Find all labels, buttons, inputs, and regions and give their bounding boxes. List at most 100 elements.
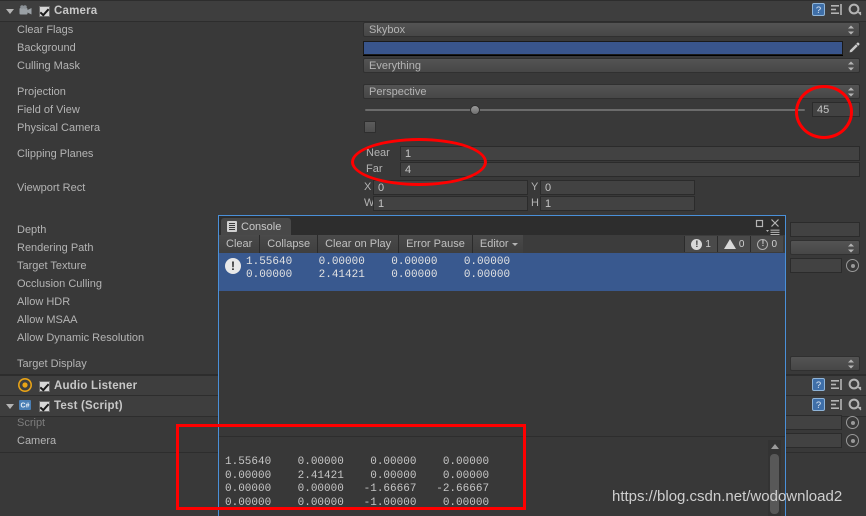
- camera-component-header[interactable]: Camera ?: [0, 0, 866, 22]
- label-culling-mask: Culling Mask: [17, 60, 80, 72]
- slider-track-field-of-view[interactable]: [365, 109, 805, 111]
- warning-icon: [723, 239, 736, 249]
- row-culling-mask: Culling Mask Everything: [0, 57, 866, 75]
- camera-header-icons: ?: [812, 3, 862, 19]
- console-counters: ! 1 0 ! 0: [684, 236, 783, 252]
- audio-listener-header-icons: ?: [812, 378, 862, 394]
- help-icon[interactable]: ?: [812, 3, 825, 19]
- label-clipping-planes: Clipping Planes: [17, 148, 94, 160]
- input-field-of-view[interactable]: 45: [812, 102, 860, 117]
- input-viewport-h[interactable]: 1: [540, 196, 695, 211]
- label-viewport-x: X: [364, 181, 372, 193]
- object-picker-icon[interactable]: [846, 259, 859, 272]
- color-field-background[interactable]: [363, 41, 843, 55]
- label-script: Script: [17, 417, 46, 429]
- eyedropper-icon[interactable]: [847, 41, 861, 58]
- label-target-display: Target Display: [17, 358, 87, 370]
- checkbox-physical-camera[interactable]: [364, 121, 376, 133]
- chevron-updown-icon: [848, 24, 855, 35]
- console-toolbar: Clear Collapse Clear on Play Error Pause…: [219, 235, 785, 253]
- row-field-of-view: Field of View 45: [0, 101, 866, 119]
- clear-on-play-button[interactable]: Clear on Play: [318, 235, 400, 253]
- console-window: Console Clear Collapse Clear on Play Err…: [218, 215, 786, 516]
- label-clear-flags: Clear Flags: [17, 24, 74, 36]
- settings-gear-icon[interactable]: [848, 378, 862, 394]
- label-physical-camera: Physical Camera: [17, 122, 101, 134]
- settings-gear-icon[interactable]: [848, 3, 862, 19]
- preset-icon[interactable]: [830, 398, 843, 414]
- error-count: 1: [705, 238, 711, 250]
- editor-dropdown-button[interactable]: Editor: [472, 235, 523, 253]
- camera-foldout-arrow[interactable]: [3, 4, 17, 18]
- label-background: Background: [17, 42, 76, 54]
- info-icon: !: [757, 238, 769, 250]
- dropdown-culling-mask[interactable]: Everything: [363, 58, 860, 73]
- audio-listener-title: Audio Listener: [54, 380, 138, 392]
- input-viewport-y-value: 0: [545, 181, 552, 194]
- error-counter[interactable]: ! 1: [684, 236, 717, 252]
- input-depth[interactable]: [790, 222, 860, 237]
- input-viewport-w[interactable]: 1: [373, 196, 528, 211]
- dropdown-rendering-path[interactable]: [790, 240, 860, 255]
- dropdown-target-display[interactable]: [790, 356, 860, 371]
- label-near: Near: [366, 147, 390, 159]
- input-viewport-x-value: 0: [378, 181, 385, 194]
- input-viewport-y[interactable]: 0: [540, 180, 695, 195]
- preset-icon[interactable]: [830, 3, 843, 19]
- svg-text:C#: C#: [21, 403, 30, 410]
- info-counter[interactable]: ! 0: [750, 236, 783, 252]
- input-clipping-near-value: 1: [405, 147, 412, 160]
- error-pause-button[interactable]: Error Pause: [399, 235, 473, 253]
- input-clipping-near[interactable]: 1: [400, 146, 860, 161]
- console-log-list[interactable]: ! 1.55640 0.00000 0.00000 0.00000 0.0000…: [219, 253, 785, 436]
- help-icon[interactable]: ?: [812, 398, 825, 414]
- settings-gear-icon[interactable]: [848, 398, 862, 414]
- input-clipping-far[interactable]: 4: [400, 162, 860, 177]
- test-script-enabled-checkbox[interactable]: [39, 400, 50, 412]
- object-picker-icon[interactable]: [846, 416, 859, 429]
- label-rendering-path: Rendering Path: [17, 242, 94, 254]
- scrollbar-thumb[interactable]: [770, 454, 779, 514]
- log-entry-line2: 0.00000 2.41421 0.00000 0.00000: [246, 269, 511, 281]
- label-script-camera: Camera: [17, 435, 57, 447]
- dropdown-projection[interactable]: Perspective: [363, 84, 860, 99]
- row-clipping-far: Far 4: [0, 161, 866, 179]
- chevron-updown-icon: [848, 242, 855, 253]
- dropdown-clear-flags[interactable]: Skybox: [363, 22, 860, 37]
- camera-enabled-checkbox[interactable]: [39, 5, 50, 17]
- collapse-button[interactable]: Collapse: [260, 235, 319, 253]
- object-picker-icon[interactable]: [846, 434, 859, 447]
- chevron-down-icon: [511, 243, 518, 246]
- detail-line1: 1.55640 0.00000 0.00000 0.00000: [225, 456, 490, 468]
- audio-listener-enabled-checkbox[interactable]: [39, 380, 50, 392]
- help-icon[interactable]: ?: [812, 378, 825, 394]
- label-far: Far: [366, 163, 383, 175]
- label-viewport-h: H: [531, 197, 539, 209]
- label-occlusion-culling: Occlusion Culling: [17, 278, 102, 290]
- log-entry[interactable]: ! 1.55640 0.00000 0.00000 0.00000 0.0000…: [219, 253, 785, 291]
- clear-button[interactable]: Clear: [219, 235, 261, 253]
- chevron-updown-icon: [848, 86, 855, 97]
- label-viewport-rect: Viewport Rect: [17, 182, 86, 194]
- test-script-foldout-arrow[interactable]: [3, 399, 17, 413]
- slider-knob-field-of-view[interactable]: [470, 105, 480, 115]
- tab-console[interactable]: Console: [221, 218, 292, 235]
- input-field-of-view-value: 45: [817, 103, 830, 116]
- svg-text:?: ?: [816, 380, 821, 391]
- scroll-up-arrow-icon[interactable]: [771, 444, 779, 449]
- maximize-icon[interactable]: [755, 219, 764, 231]
- chevron-updown-icon: [848, 358, 855, 369]
- warning-counter[interactable]: 0: [716, 236, 751, 252]
- error-icon: !: [225, 258, 241, 274]
- row-viewport-rect-wh: W 1 H 1: [0, 195, 866, 213]
- unity-editor-screenshot: Camera ? Clear Flags Skybox Background C…: [0, 0, 866, 516]
- preset-icon[interactable]: [830, 378, 843, 394]
- input-viewport-x[interactable]: 0: [373, 180, 528, 195]
- label-allow-msaa: Allow MSAA: [17, 314, 78, 326]
- test-script-header-icons: ?: [812, 398, 862, 414]
- label-allow-dynamic-resolution: Allow Dynamic Resolution: [17, 332, 145, 344]
- editor-dropdown-label: Editor: [479, 238, 509, 250]
- row-background: Background: [0, 39, 866, 57]
- input-target-texture[interactable]: [790, 258, 842, 273]
- camera-component-title: Camera: [54, 5, 98, 17]
